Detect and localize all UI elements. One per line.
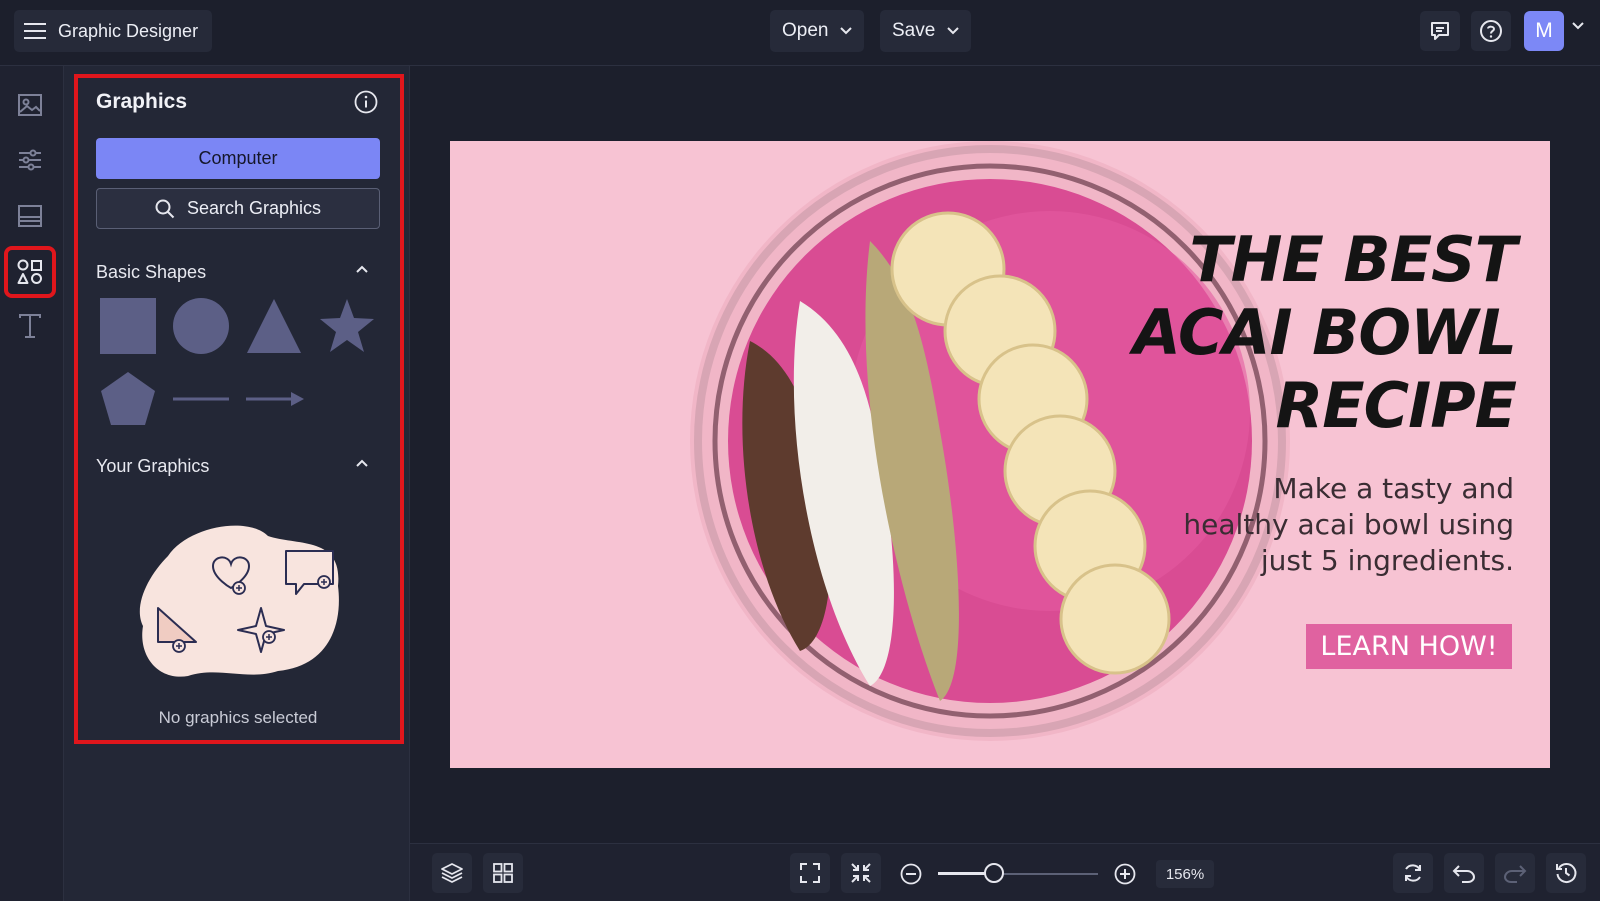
chevron-down-icon [840,27,853,35]
redo-button[interactable] [1495,853,1535,893]
save-dropdown[interactable]: Save [880,10,972,52]
rotate-button[interactable] [1393,853,1433,893]
basic-shapes-heading: Basic Shapes [96,262,207,282]
upload-from-computer-button[interactable]: Computer [96,138,380,179]
design-cta: LEARN HOW! [1306,624,1512,669]
panel-title: Graphics [96,90,188,113]
layout-icon [18,205,42,227]
zoom-out-icon[interactable] [900,863,922,885]
headline-line-2: ACAI BOWL [1132,296,1517,369]
history-button[interactable] [1546,853,1586,893]
layers-icon [441,863,463,883]
shape-line[interactable] [172,390,230,408]
subtext-line-3: just 5 ingredients. [1260,544,1514,577]
help-button[interactable] [1471,11,1511,51]
hamburger-icon [24,23,46,39]
open-dropdown[interactable]: Open [770,10,865,52]
chevron-up-icon[interactable] [356,459,368,467]
fullscreen-button[interactable] [790,853,830,893]
design-canvas[interactable]: THE BEST ACAI BOWL RECIPE Make a tasty a… [450,141,1550,768]
zoom-in-icon[interactable] [1114,863,1136,885]
rail-item-images[interactable] [10,85,50,125]
empty-graphics-illustration [139,525,339,677]
grid-icon [493,863,513,883]
search-button-label: Search Graphics [186,198,322,218]
search-graphics-button[interactable]: Search Graphics [96,188,380,229]
feedback-button[interactable] [1420,11,1460,51]
info-icon[interactable] [354,90,378,114]
shape-pentagon[interactable] [99,370,157,428]
zoom-level[interactable]: 156% [1156,860,1214,888]
zoom-slider-handle[interactable] [984,863,1004,883]
history-icon [1556,863,1577,883]
subtext-line-1: Make a tasty and [1273,472,1514,505]
rail-item-adjust[interactable] [10,140,50,180]
user-avatar[interactable]: M [1524,11,1564,51]
sliders-icon [19,149,41,171]
design-headline: THE BEST ACAI BOWL RECIPE [1132,223,1517,442]
refresh-icon [1405,864,1421,882]
shapes-icon [17,259,42,284]
text-icon [19,314,41,338]
fit-screen-icon [851,863,871,883]
rail-item-text[interactable] [10,306,50,346]
image-icon [18,94,42,116]
empty-graphics-text: No graphics selected [158,708,318,727]
rail-item-layout[interactable] [10,196,50,236]
help-icon [1480,20,1502,42]
layers-button[interactable] [432,853,472,893]
chevron-up-icon[interactable] [356,265,368,273]
avatar-initial: M [1535,19,1553,42]
comment-icon [1431,22,1449,40]
tool-rail [0,66,64,901]
fit-to-screen-button[interactable] [841,853,881,893]
shape-square[interactable] [99,297,157,355]
redo-icon [1503,865,1527,883]
search-icon [155,199,175,218]
undo-icon [1452,865,1476,883]
subtext-line-2: healthy acai bowl using [1183,508,1514,541]
headline-line-1: THE BEST [1189,223,1517,296]
design-subtext: Make a tasty and healthy acai bowl using… [1134,471,1514,579]
undo-button[interactable] [1444,853,1484,893]
app-title: Graphic Designer [58,20,199,41]
main-menu-button[interactable]: Graphic Designer [14,10,212,52]
save-label: Save [892,20,936,41]
grid-button[interactable] [483,853,523,893]
chevron-down-icon [947,27,960,35]
shape-star[interactable] [318,297,376,355]
your-graphics-heading: Your Graphics [96,456,210,476]
fullscreen-icon [800,863,820,883]
shape-triangle[interactable] [245,297,303,355]
open-label: Open [782,20,829,41]
rail-item-graphics[interactable] [4,246,56,298]
shape-arrow[interactable] [245,390,305,408]
account-chevron-down-icon[interactable] [1572,22,1584,30]
headline-line-3: RECIPE [1275,369,1517,442]
shape-circle[interactable] [172,297,230,355]
computer-button-label: Computer [198,148,278,168]
